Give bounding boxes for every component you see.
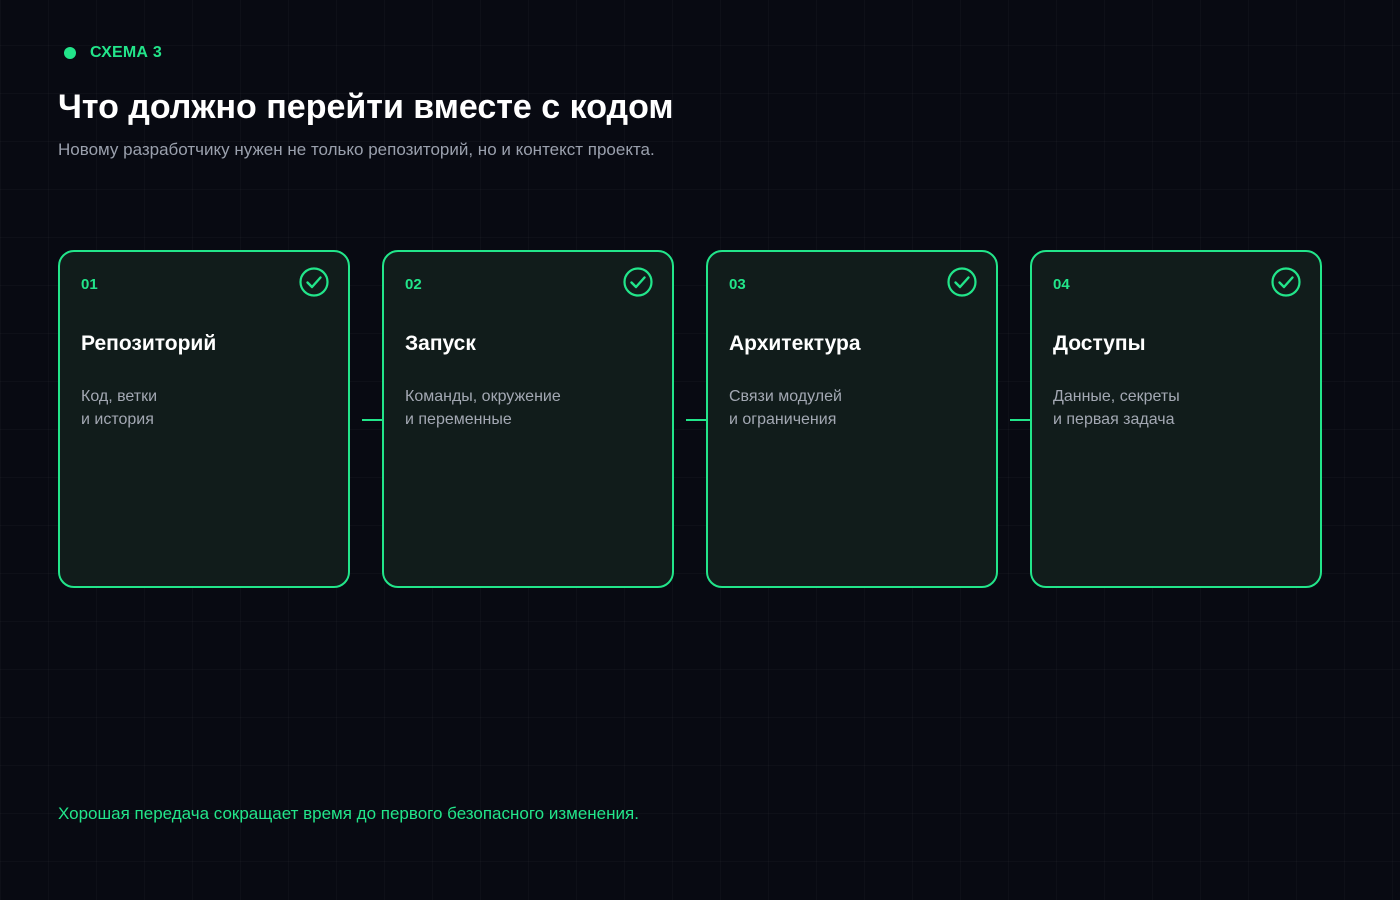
step-title: Репозиторий — [81, 332, 217, 355]
step-description-line: и переменные — [405, 411, 512, 428]
step-card-access: 04 Доступы Данные, секреты и первая зада… — [1030, 250, 1322, 588]
step-card-launch: 02 Запуск Команды, окружение и переменны… — [382, 250, 674, 588]
step-card-architecture: 03 Архитектура Связи модулей и ограничен… — [706, 250, 998, 588]
footer-note: Хорошая передача сокращает время до перв… — [58, 804, 639, 823]
step-description: Данные, секреты и первая задача — [1053, 385, 1180, 431]
step-description-line: и история — [81, 411, 154, 428]
step-card-repository: 01 Репозиторий Код, ветки и история — [58, 250, 350, 588]
status-dot-icon — [64, 47, 76, 59]
step-title: Запуск — [405, 332, 476, 355]
check-circle-icon — [946, 266, 978, 298]
step-description-line: Данные, секреты — [1053, 388, 1180, 405]
schema-label: СХЕМА 3 — [64, 44, 162, 62]
step-number: 03 — [729, 276, 746, 293]
step-description: Связи модулей и ограничения — [729, 385, 842, 431]
step-title: Архитектура — [729, 332, 861, 355]
step-description-line: Связи модулей — [729, 388, 842, 405]
page-subtitle: Новому разработчику нужен не только репо… — [58, 140, 655, 159]
step-title: Доступы — [1053, 332, 1146, 355]
step-description-line: и ограничения — [729, 411, 837, 428]
step-number: 02 — [405, 276, 422, 293]
step-connector — [1010, 419, 1030, 421]
step-description-line: Код, ветки — [81, 388, 158, 405]
page-title: Что должно перейти вместе с кодом — [58, 88, 674, 126]
step-number: 04 — [1053, 276, 1070, 293]
step-description: Код, ветки и история — [81, 385, 157, 431]
step-connector — [362, 419, 382, 421]
step-description-line: и первая задача — [1053, 411, 1175, 428]
step-number: 01 — [81, 276, 98, 293]
step-description-line: Команды, окружение — [405, 388, 561, 405]
check-circle-icon — [1270, 266, 1302, 298]
check-circle-icon — [622, 266, 654, 298]
step-description: Команды, окружение и переменные — [405, 385, 561, 431]
check-circle-icon — [298, 266, 330, 298]
schema-label-text: СХЕМА 3 — [90, 44, 162, 61]
step-connector — [686, 419, 706, 421]
